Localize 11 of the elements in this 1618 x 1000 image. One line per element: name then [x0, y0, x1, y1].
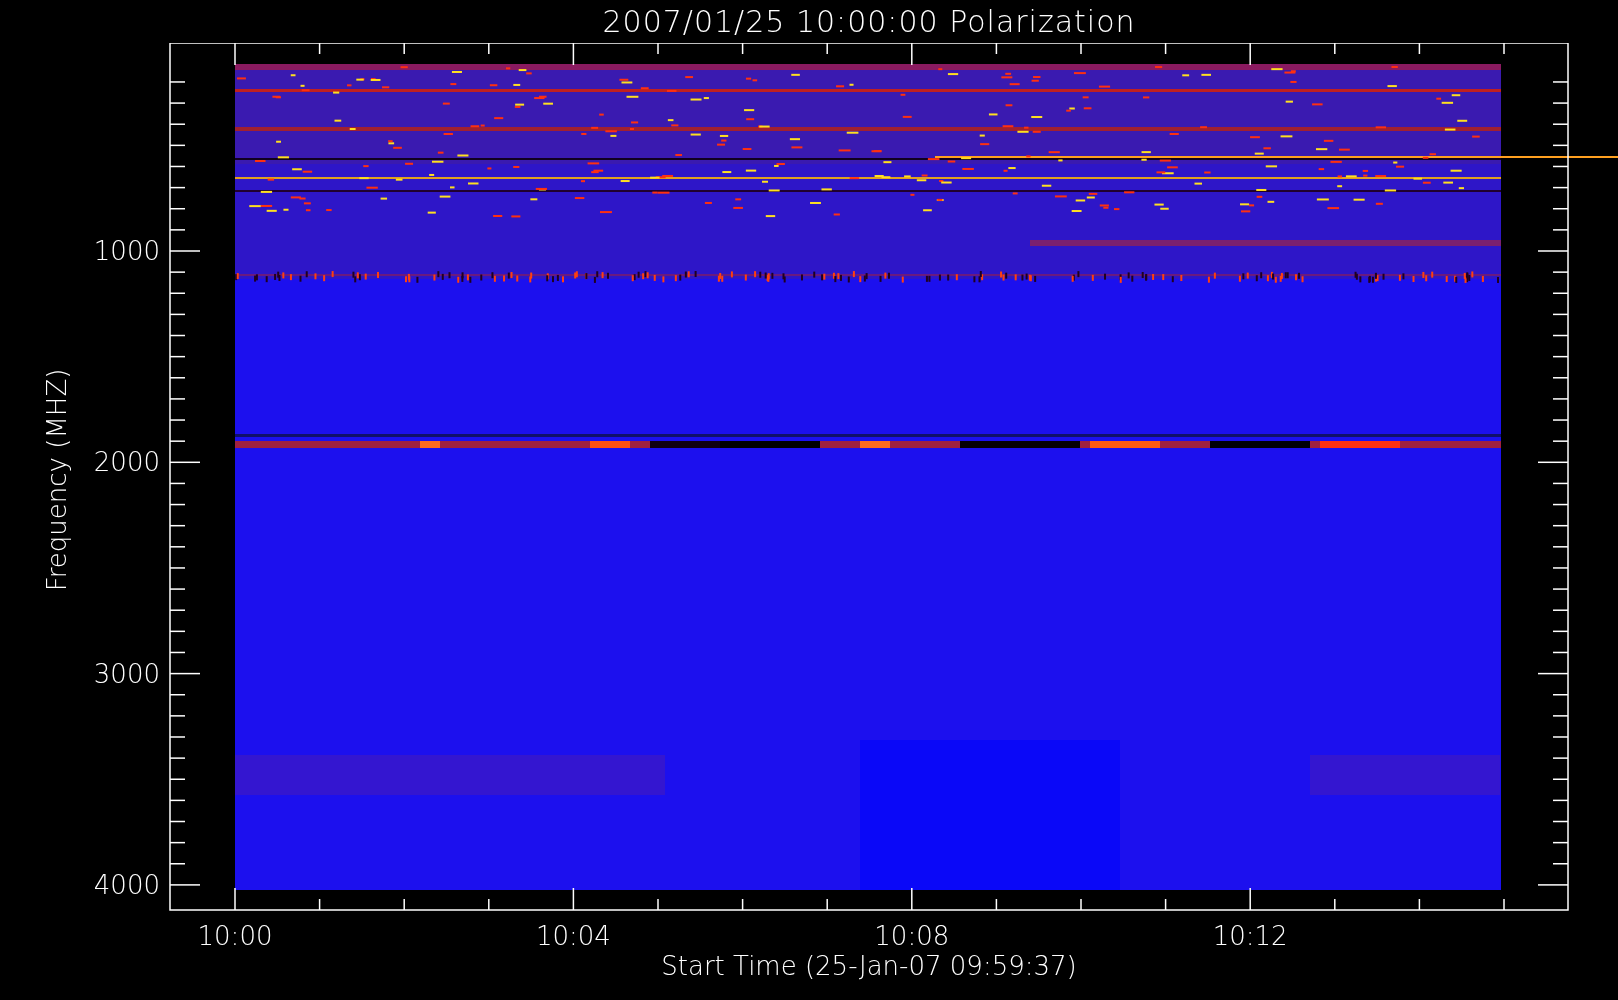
x-tick-label: 10:00: [197, 921, 273, 951]
y-tick-label: 1000: [93, 236, 160, 266]
x-tick-label: 10:04: [535, 921, 611, 951]
y-tick-label: 4000: [93, 869, 160, 900]
y-tick-label: 2000: [93, 447, 160, 478]
y-tick-label: 3000: [93, 658, 160, 689]
x-tick-label: 10:12: [1212, 921, 1288, 951]
x-tick-label: 10:08: [874, 921, 950, 951]
chart-title: 2007/01/25 10:00:00 Polarization: [602, 4, 1136, 39]
y-axis-title: Frequency (MHZ): [42, 368, 72, 592]
x-axis-title: Start Time (25-Jan-07 09:59:37): [661, 951, 1077, 981]
